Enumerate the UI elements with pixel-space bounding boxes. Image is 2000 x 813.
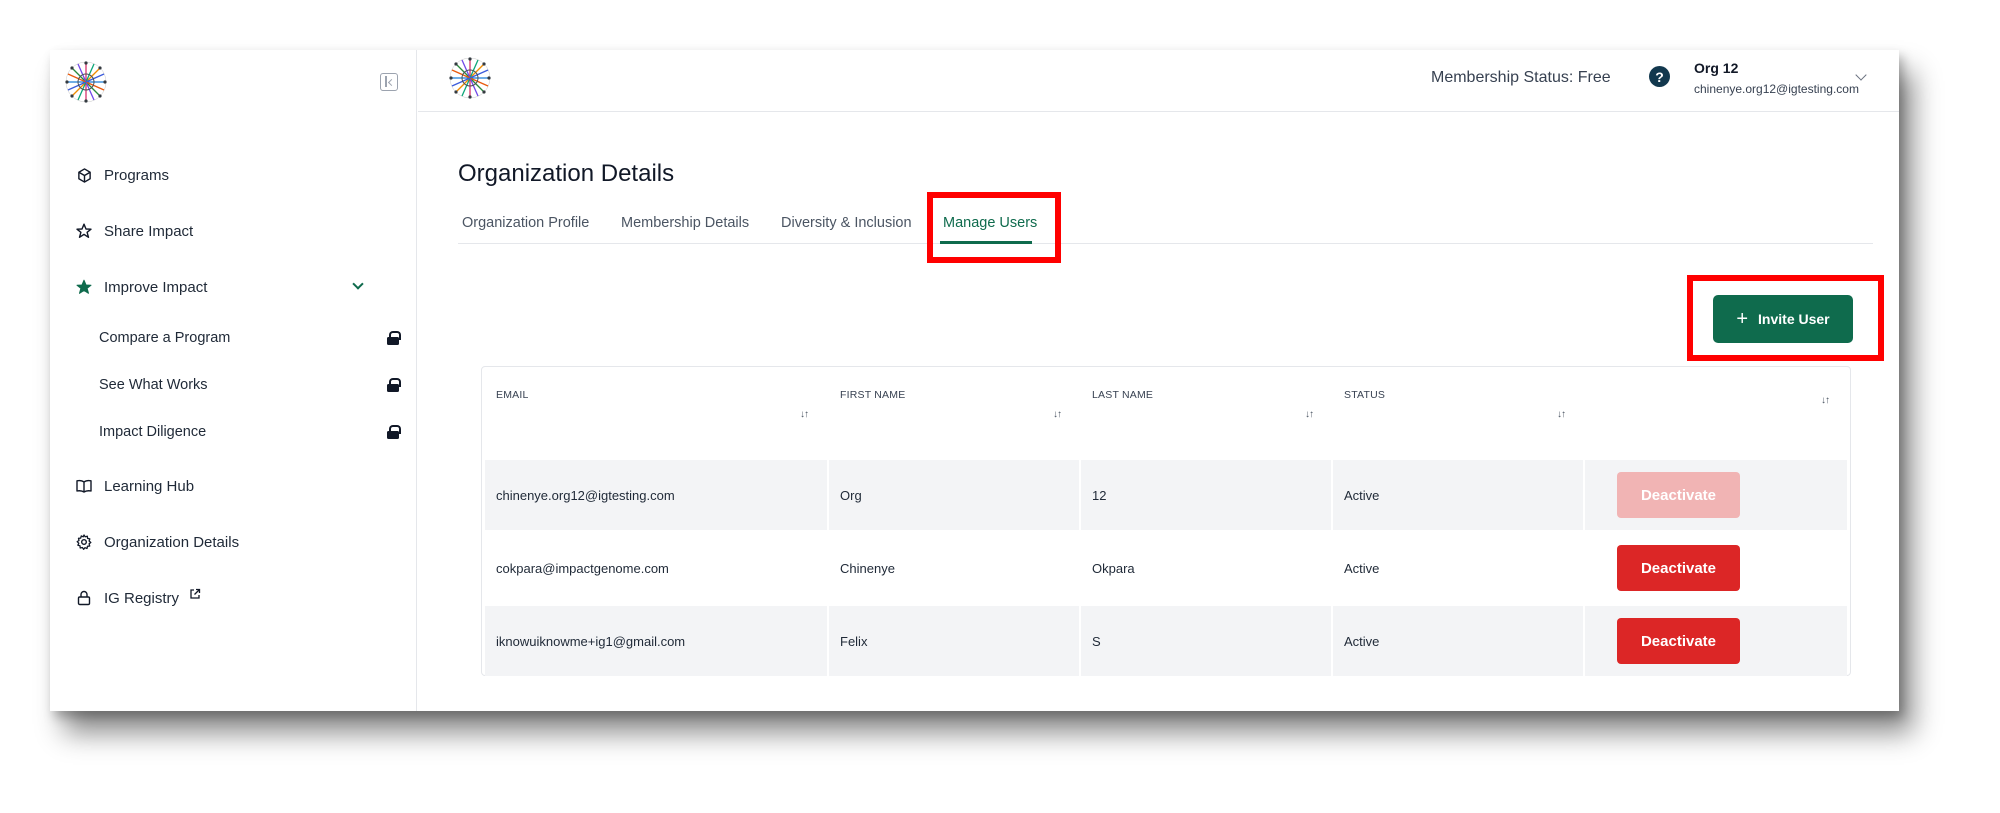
plus-icon: + (1736, 308, 1749, 330)
sidebar-subitem-label: See What Works (99, 377, 208, 393)
table-row: chinenye.org12@igtesting.com Org 12 Acti… (485, 460, 1847, 530)
deactivate-button-disabled: Deactivate (1617, 472, 1740, 518)
tab-membership-details[interactable]: Membership Details (621, 215, 749, 231)
last-name-cell: 12 (1081, 460, 1333, 530)
table-row: cokpara@impactgenome.com Chinenye Okpara… (485, 533, 1847, 603)
first-name-cell: Org (829, 460, 1081, 530)
sidebar-subitem-compare-a-program[interactable]: Compare a Program (99, 326, 401, 350)
app-window: Programs Share Impact Improve Impact Com… (50, 50, 1899, 711)
page-title: Organization Details (458, 160, 675, 187)
sidebar-subitem-label: Impact Diligence (99, 424, 207, 440)
sidebar-subitem-impact-diligence[interactable]: Impact Diligence (99, 420, 401, 444)
sidebar-item-programs[interactable]: Programs (76, 162, 396, 188)
sort-icon[interactable]: ↓↑ (1821, 395, 1830, 406)
sidebar-item-learning-hub[interactable]: Learning Hub (76, 473, 396, 499)
last-name-cell: S (1081, 606, 1333, 676)
lock-icon (387, 425, 401, 439)
email-cell: chinenye.org12@igtesting.com (485, 460, 829, 530)
lock-icon (387, 331, 401, 345)
chevron-down-icon[interactable] (1855, 69, 1867, 81)
tab-bar: Organization Profile Membership Details … (458, 207, 1873, 244)
sidebar-item-label: Share Impact (104, 222, 194, 240)
book-icon (76, 478, 92, 494)
sidebar-item-ig-registry[interactable]: IG Registry (76, 585, 396, 611)
column-header-first-name[interactable]: FIRST NAME (840, 389, 905, 401)
chevron-down-icon[interactable] (352, 278, 364, 290)
users-table: EMAIL ↓↑ FIRST NAME ↓↑ LAST NAME ↓↑ STAT… (481, 366, 1851, 676)
app-logo[interactable] (448, 56, 492, 100)
top-header: Membership Status: Free ? Org 12 chineny… (418, 50, 1899, 112)
sidebar-item-label: Programs (104, 166, 170, 184)
sidebar-item-label: Learning Hub (104, 477, 195, 495)
highlight-box-manage-users-tab (927, 192, 1061, 263)
first-name-cell: Felix (829, 606, 1081, 676)
star-filled-icon (76, 279, 92, 295)
sidebar-item-label: IG Registry (104, 589, 180, 607)
collapse-sidebar-icon[interactable] (380, 73, 398, 91)
last-name-cell: Okpara (1081, 533, 1333, 603)
sidebar-item-label: Improve Impact (104, 278, 208, 296)
gear-icon (76, 534, 92, 550)
sidebar-item-label: Organization Details (104, 533, 240, 551)
sort-icon[interactable]: ↓↑ (1053, 409, 1062, 420)
sidebar-item-improve-impact[interactable]: Improve Impact (76, 274, 396, 300)
invite-user-button[interactable]: + Invite User (1713, 295, 1853, 343)
user-name[interactable]: Org 12 (1694, 60, 1738, 76)
email-cell: cokpara@impactgenome.com (485, 533, 829, 603)
column-header-last-name[interactable]: LAST NAME (1092, 389, 1153, 401)
first-name-cell: Chinenye (829, 533, 1081, 603)
lock-icon (387, 378, 401, 392)
external-link-icon (189, 588, 201, 600)
deactivate-button[interactable]: Deactivate (1617, 618, 1740, 664)
deactivate-button[interactable]: Deactivate (1617, 545, 1740, 591)
sidebar-item-organization-details[interactable]: Organization Details (76, 529, 396, 555)
user-email: chinenye.org12@igtesting.com (1694, 82, 1859, 96)
help-icon[interactable]: ? (1649, 66, 1670, 87)
cube-icon (76, 167, 92, 183)
sidebar-subitem-see-what-works[interactable]: See What Works (99, 373, 401, 397)
sidebar-subitem-label: Compare a Program (99, 330, 231, 346)
sidebar-item-share-impact[interactable]: Share Impact (76, 218, 396, 244)
app-logo[interactable] (64, 60, 108, 104)
sort-icon[interactable]: ↓↑ (1305, 409, 1314, 420)
column-header-email[interactable]: EMAIL (496, 389, 529, 401)
invite-user-label: Invite User (1758, 311, 1830, 327)
sidebar: Programs Share Impact Improve Impact Com… (50, 50, 417, 711)
sort-icon[interactable]: ↓↑ (800, 409, 809, 420)
lock-outline-icon (76, 590, 92, 606)
status-cell: Active (1333, 606, 1585, 676)
sort-icon[interactable]: ↓↑ (1557, 409, 1566, 420)
table-row: iknowuiknowme+ig1@gmail.com Felix S Acti… (485, 606, 1847, 676)
membership-status: Membership Status: Free (1431, 69, 1611, 86)
tab-organization-profile[interactable]: Organization Profile (462, 215, 589, 231)
tab-diversity-inclusion[interactable]: Diversity & Inclusion (781, 215, 912, 231)
star-outline-icon (76, 223, 92, 239)
column-header-status[interactable]: STATUS (1344, 389, 1385, 401)
status-cell: Active (1333, 533, 1585, 603)
status-cell: Active (1333, 460, 1585, 530)
email-cell: iknowuiknowme+ig1@gmail.com (485, 606, 829, 676)
